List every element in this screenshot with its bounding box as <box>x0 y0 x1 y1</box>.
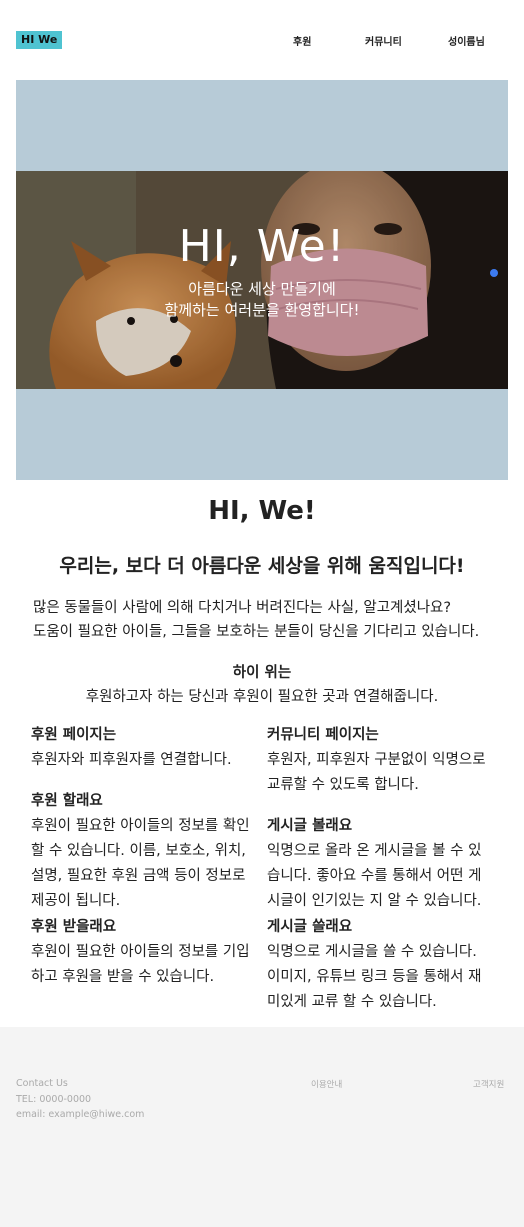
feature-want-to-donate: 후원 할래요 후원이 필요한 아이들의 정보를 확인 할 수 있습니다. 이름,… <box>31 789 263 914</box>
nav-link-community[interactable]: 커뮤니티 <box>365 33 402 48</box>
feature-title: 후원 할래요 <box>31 793 103 809</box>
feature-community-page: 커뮤니티 페이지는 후원자, 피후원자 구분없이 익명으로 교류할 수 있도록 … <box>267 723 499 798</box>
footer-link-customer-support[interactable]: 고객지원 <box>473 1078 504 1090</box>
feature-title: 후원 페이지는 <box>31 727 117 743</box>
page-heading: HI, We! <box>208 496 316 526</box>
feature-body-line: 습니다. 좋아요 수를 통해서 어떤 게 <box>267 868 482 884</box>
top-navigation: HI We 후원 커뮤니티 성이름님 <box>0 0 524 80</box>
feature-body-line: 익명으로 게시글을 쓸 수 있습니다. <box>267 944 477 960</box>
footer-contact-title: Contact Us <box>16 1078 68 1089</box>
intro-text-line1: 많은 동물들이 사람에 의해 다치거나 버려진다는 사실, 알고계셨나요? <box>33 600 452 616</box>
nav-link-donation[interactable]: 후원 <box>293 33 311 48</box>
feature-title: 후원 받을래요 <box>31 919 117 935</box>
intro-text-line2: 도움이 필요한 아이들, 그들을 보호하는 분들이 당신을 기다리고 있습니다. <box>33 624 480 640</box>
hero-title: HI, We! <box>178 221 346 272</box>
feature-body-line: 후원자, 피후원자 구분없이 익명으로 <box>267 752 486 768</box>
site-logo[interactable]: HI We <box>16 31 63 49</box>
about-text: 후원하고자 하는 당신과 후원이 필요한 곳과 연결해줍니다. <box>85 689 439 705</box>
feature-view-posts: 게시글 볼래요 익명으로 올라 온 게시글을 볼 수 있 습니다. 좋아요 수를… <box>267 814 499 914</box>
hero-subtitle-line2: 함께하는 여러분을 환영합니다! <box>164 301 360 319</box>
feature-title: 게시글 볼래요 <box>267 818 353 834</box>
feature-body-line: 후원이 필요한 아이들의 정보를 기입 <box>31 944 250 960</box>
feature-body-line: 설명, 필요한 후원 금액 등이 정보로 <box>31 868 246 884</box>
footer-email: email: example@hiwe.com <box>16 1109 145 1120</box>
feature-title: 커뮤니티 페이지는 <box>267 727 379 743</box>
feature-body-line: 하고 후원을 받을 수 있습니다. <box>31 969 215 985</box>
feature-donation-page: 후원 페이지는 후원자와 피후원자를 연결합니다. <box>31 723 263 773</box>
carousel-indicator-dot-icon[interactable] <box>490 269 498 277</box>
feature-body-line: 미있게 교류 할 수 있습니다. <box>267 994 437 1010</box>
feature-receive-donation: 후원 받을래요 후원이 필요한 아이들의 정보를 기입 하고 후원을 받을 수 … <box>31 915 263 990</box>
site-footer: Contact Us TEL: 0000-0000 email: example… <box>0 1027 524 1227</box>
footer-tel: TEL: 0000-0000 <box>16 1094 92 1105</box>
hero-subtitle-line1: 아름다운 세상 만들기에 <box>188 280 336 298</box>
footer-link-usage-guide[interactable]: 이용안내 <box>311 1078 342 1090</box>
feature-body-line: 후원자와 피후원자를 연결합니다. <box>31 752 232 768</box>
hero-photo: HI, We! 아름다운 세상 만들기에 함께하는 여러분을 환영합니다! <box>16 171 508 389</box>
feature-body-line: 이미지, 유튜브 링크 등을 통해서 재 <box>267 969 482 985</box>
feature-body-line: 제공이 됩니다. <box>31 893 121 909</box>
feature-body-line: 시글이 인기있는 지 알 수 있습니다. <box>267 893 482 909</box>
feature-title: 게시글 쓸래요 <box>267 919 353 935</box>
feature-write-posts: 게시글 쓸래요 익명으로 게시글을 쓸 수 있습니다. 이미지, 유튜브 링크 … <box>267 915 499 1015</box>
nav-link-user-profile[interactable]: 성이름님 <box>448 33 485 48</box>
feature-body-line: 익명으로 올라 온 게시글을 볼 수 있 <box>267 843 482 859</box>
about-title: 하이 위는 <box>232 665 292 681</box>
page-subheading: 우리는, 보다 더 아름다운 세상을 위해 움직입니다! <box>59 555 465 577</box>
feature-body-line: 교류할 수 있도록 합니다. <box>267 777 419 793</box>
feature-body-line: 후원이 필요한 아이들의 정보를 확인 <box>31 818 250 834</box>
feature-body-line: 할 수 있습니다. 이름, 보호소, 위치, <box>31 843 246 859</box>
hero-banner: HI, We! 아름다운 세상 만들기에 함께하는 여러분을 환영합니다! <box>16 80 508 480</box>
